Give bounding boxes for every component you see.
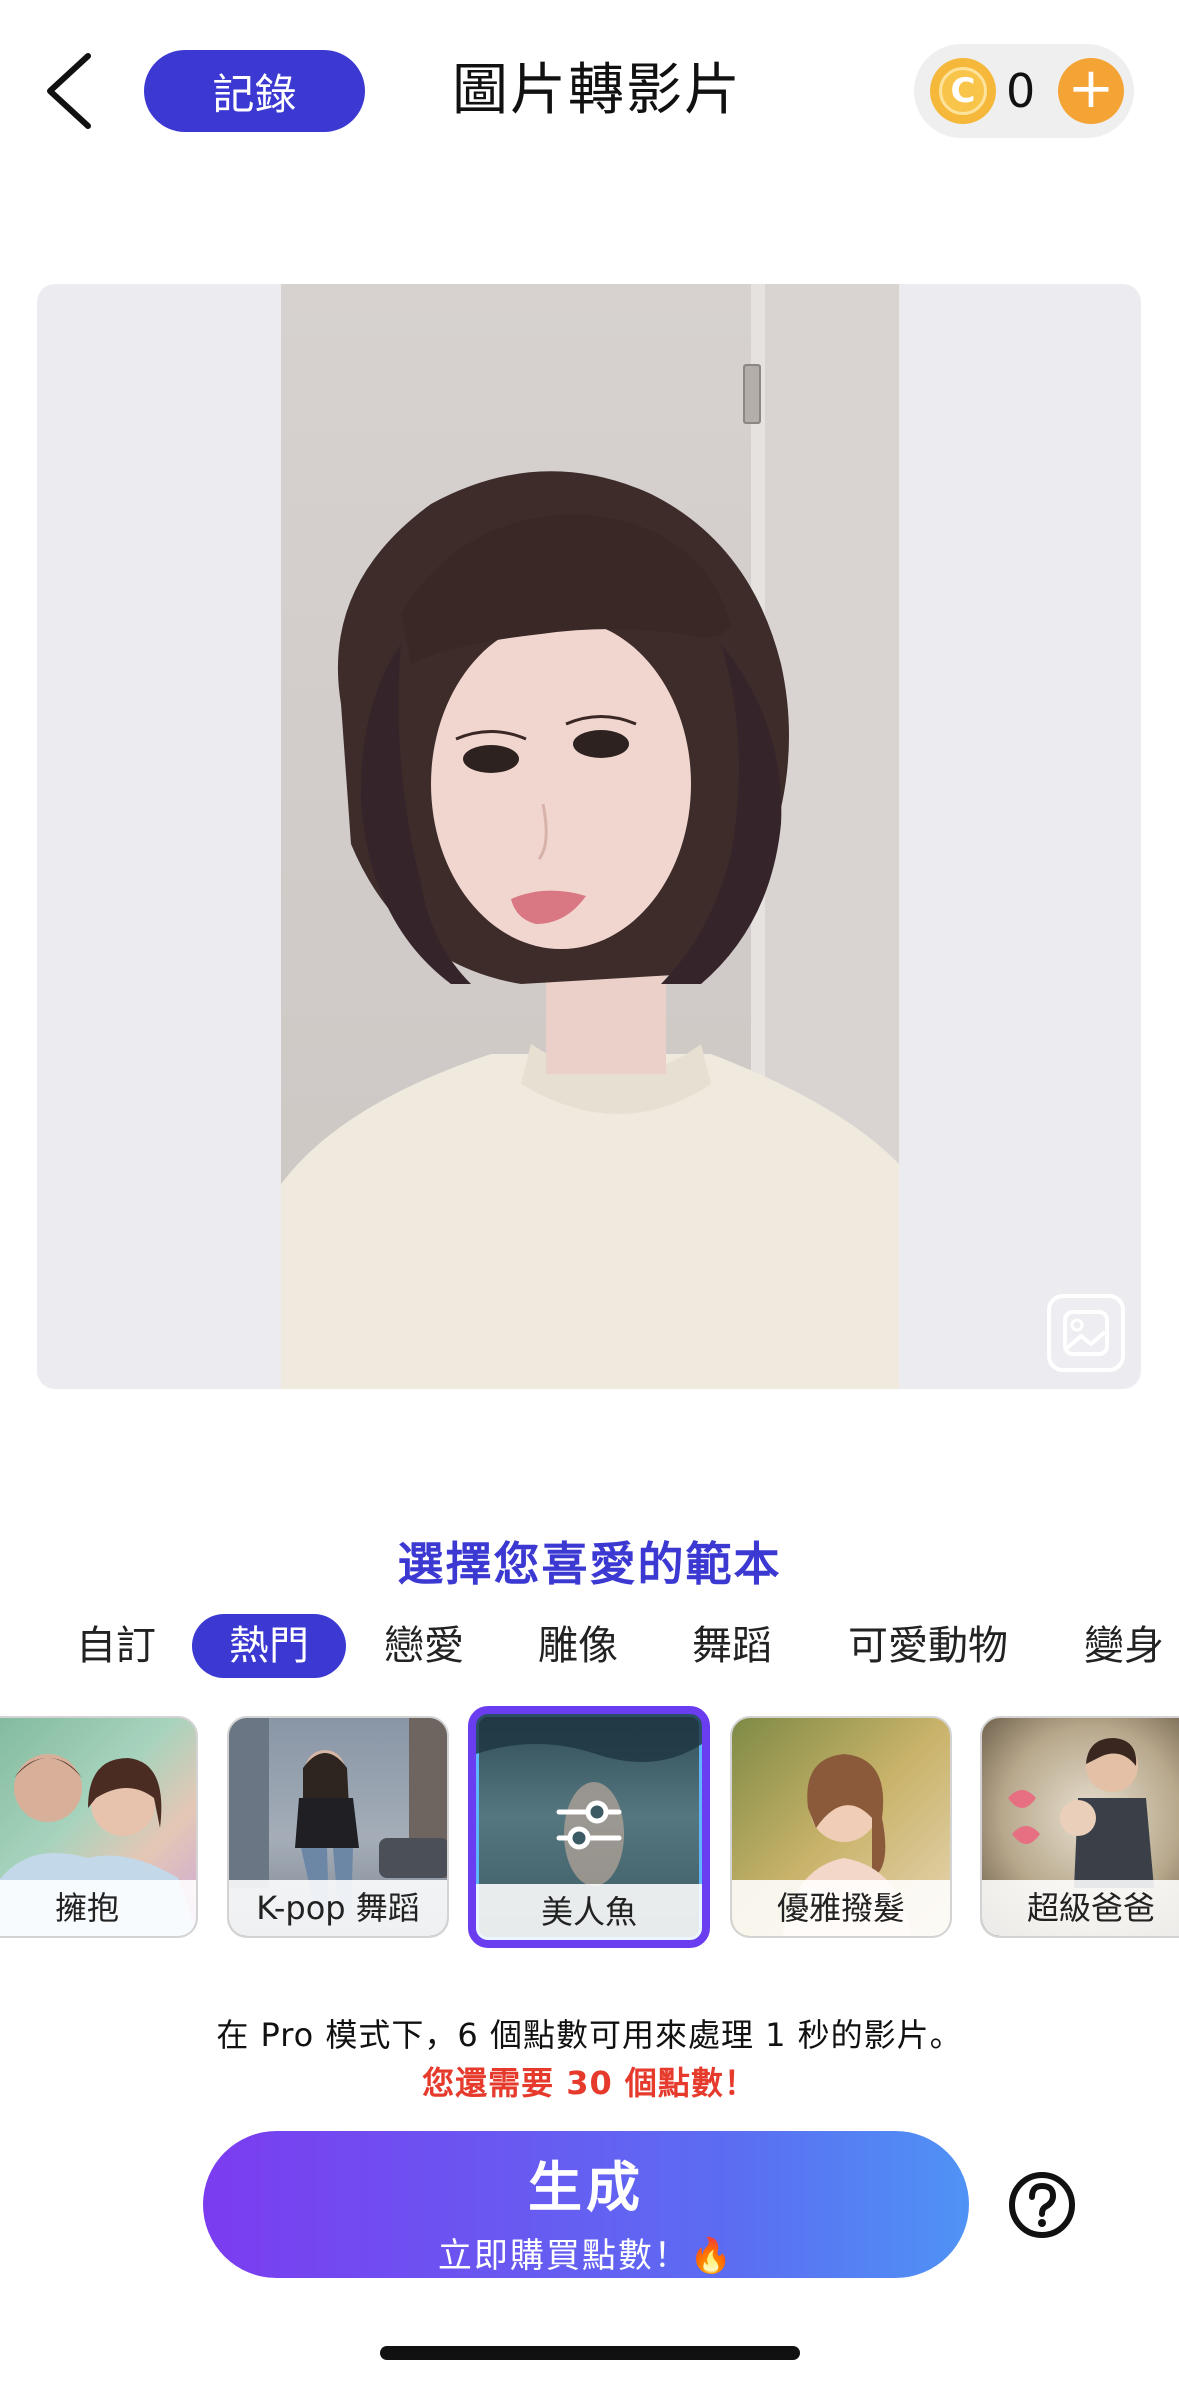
template-cards: 擁抱 K-pop 舞蹈 美人魚 優雅撥髮 超級爸爸 [0, 1706, 1179, 1950]
pro-mode-info: 在 Pro 模式下，6 個點數可用來處理 1 秒的影片。 [216, 2016, 963, 2054]
sliders-icon [556, 1800, 622, 1850]
record-button[interactable]: 記錄 [144, 50, 365, 132]
coin-balance[interactable]: C 0 + [914, 44, 1134, 138]
tab-transform[interactable]: 變身 [1084, 1614, 1164, 1678]
home-indicator[interactable] [380, 2346, 800, 2360]
template-card-label: 優雅撥髮 [732, 1880, 950, 1936]
coin-symbol: C [939, 67, 987, 115]
template-card-label: 超級爸爸 [982, 1880, 1179, 1936]
add-coin-button[interactable]: + [1058, 58, 1124, 124]
back-button[interactable] [36, 48, 106, 134]
page: 記錄 圖片轉影片 C 0 + 選擇您喜愛的範本 自訂 熱門 戀愛 雕像 舞蹈 可… [0, 0, 1179, 2387]
uploaded-photo [281, 284, 899, 1389]
templates-heading: 選擇您喜愛的範本 [397, 1537, 782, 1591]
tab-popular[interactable]: 熱門 [192, 1614, 346, 1678]
template-card-kpop-dance[interactable]: K-pop 舞蹈 [227, 1716, 449, 1938]
buy-points-label: 立即購買點數！🔥 [437, 2236, 735, 2276]
tab-cute-animals[interactable]: 可愛動物 [848, 1614, 1008, 1678]
help-button[interactable] [1007, 2170, 1077, 2240]
gallery-button[interactable] [1047, 1294, 1125, 1372]
tab-statue[interactable]: 雕像 [538, 1614, 618, 1678]
points-needed-warning: 您還需要 30 個點數！ [422, 2064, 757, 2102]
tab-custom[interactable]: 自訂 [76, 1614, 156, 1678]
image-preview[interactable] [37, 284, 1141, 1389]
template-card-label: 擁抱 [0, 1880, 196, 1936]
coin-icon: C [930, 58, 996, 124]
chevron-left-icon [47, 53, 91, 129]
generate-label: 生成 [528, 2156, 644, 2219]
template-card-super-dad[interactable]: 超級爸爸 [980, 1716, 1179, 1938]
template-card-hug[interactable]: 擁抱 [0, 1716, 198, 1938]
tab-dance[interactable]: 舞蹈 [692, 1614, 772, 1678]
tab-romance[interactable]: 戀愛 [384, 1614, 464, 1678]
template-card-label: 美人魚 [476, 1884, 702, 1940]
page-title: 圖片轉影片 [452, 58, 742, 123]
template-tabs: 自訂 熱門 戀愛 雕像 舞蹈 可愛動物 變身 [0, 1614, 1179, 1678]
template-card-elegant-hair[interactable]: 優雅撥髮 [730, 1716, 952, 1938]
help-icon [1009, 2172, 1075, 2238]
template-card-label: K-pop 舞蹈 [229, 1880, 447, 1936]
gallery-icon [1063, 1310, 1109, 1356]
template-card-mermaid[interactable]: 美人魚 [468, 1706, 710, 1948]
coin-count: 0 [1006, 64, 1036, 118]
generate-button[interactable]: 生成 立即購買點數！🔥 [203, 2131, 969, 2278]
